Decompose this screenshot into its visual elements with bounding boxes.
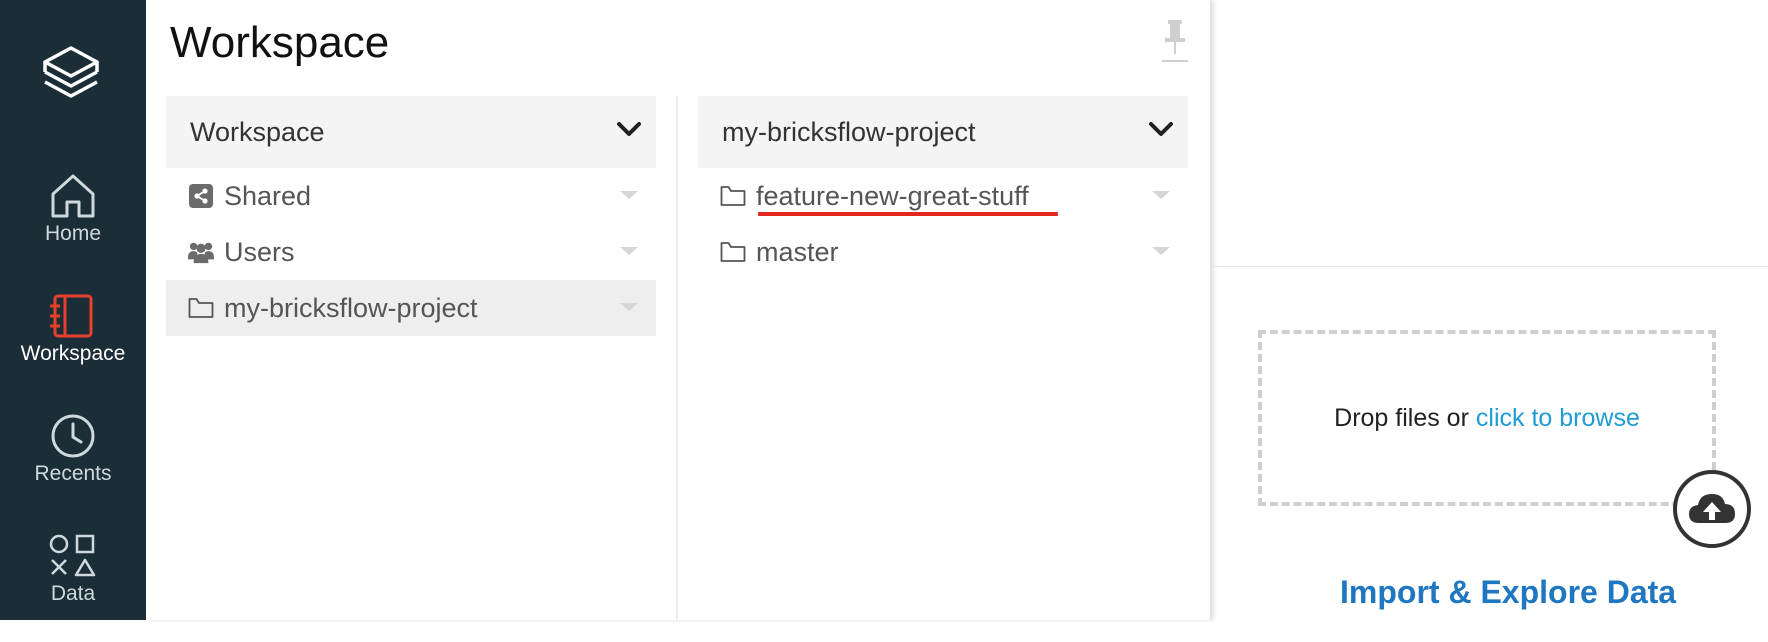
clock-icon [51, 414, 95, 458]
caret-down-icon[interactable] [620, 247, 638, 255]
share-icon [188, 183, 214, 209]
nav-item-data[interactable]: Data [0, 532, 146, 642]
content-top-area [1211, 0, 1768, 267]
import-explore-data-title[interactable]: Import & Explore Data [1340, 574, 1676, 611]
folder-icon [720, 183, 746, 209]
list-item-shared[interactable]: Shared [166, 168, 656, 224]
nav-item-home[interactable]: Home [0, 172, 146, 282]
list-item-label: Shared [224, 180, 312, 211]
browse-link[interactable]: click to browse [1476, 404, 1640, 433]
caret-down-icon[interactable] [1152, 191, 1170, 199]
home-icon [51, 174, 95, 218]
list-item-master[interactable]: master [698, 224, 1188, 280]
nav-item-workspace[interactable]: Workspace [0, 292, 146, 402]
users-icon [188, 239, 214, 265]
column-header-label: my-bricksflow-project [722, 116, 976, 147]
list-item-label: master [756, 236, 839, 267]
caret-down-icon[interactable] [1152, 247, 1170, 255]
nav-item-label: Home [44, 222, 102, 245]
drop-text: Drop files or [1334, 403, 1469, 432]
column-header-dropdown[interactable]: Workspace [166, 96, 656, 168]
browser-column: my-bricksflow-project feature-new-great-… [698, 96, 1188, 280]
list-item-users[interactable]: Users [166, 224, 656, 280]
cloud-upload-icon [1689, 494, 1735, 523]
panel-title: Workspace [170, 18, 390, 67]
upload-button[interactable] [1673, 470, 1751, 548]
column-divider [676, 96, 678, 620]
nav-rail: Home Workspace Recents Data [0, 0, 146, 620]
workspace-panel: Workspace Workspace Shared Users my-bric… [146, 0, 1211, 620]
nav-item-label: Data [50, 582, 96, 605]
nav-item-recents[interactable]: Recents [0, 412, 146, 522]
list-item-my-bricksflow-project[interactable]: my-bricksflow-project [166, 280, 656, 336]
caret-down-icon[interactable] [620, 191, 638, 199]
layers-icon[interactable] [39, 44, 103, 108]
column-header-dropdown[interactable]: my-bricksflow-project [698, 96, 1188, 168]
nav-item-label: Workspace [20, 342, 126, 365]
nav-item-label: Recents [34, 462, 112, 485]
list-item-label: my-bricksflow-project [224, 292, 478, 323]
browser-column: Workspace Shared Users my-bricksflow-pro… [166, 96, 656, 336]
column-header-label: Workspace [190, 116, 325, 147]
notebook-icon [50, 294, 93, 338]
pin-icon[interactable] [1162, 20, 1188, 69]
file-drop-zone[interactable]: Drop files or click to browse [1258, 330, 1716, 506]
shapes-icon [49, 534, 96, 577]
list-item-label: feature-new-great-stuff [756, 180, 1029, 211]
folder-icon [720, 239, 746, 265]
caret-down-icon[interactable] [620, 303, 638, 311]
list-item-feature-new-great-stuff[interactable]: feature-new-great-stuff [698, 168, 1188, 224]
chevron-down-icon [1148, 120, 1174, 143]
chevron-down-icon [616, 120, 642, 143]
highlight-underline [758, 212, 1058, 216]
list-item-label: Users [224, 236, 295, 267]
folder-icon [188, 295, 214, 321]
